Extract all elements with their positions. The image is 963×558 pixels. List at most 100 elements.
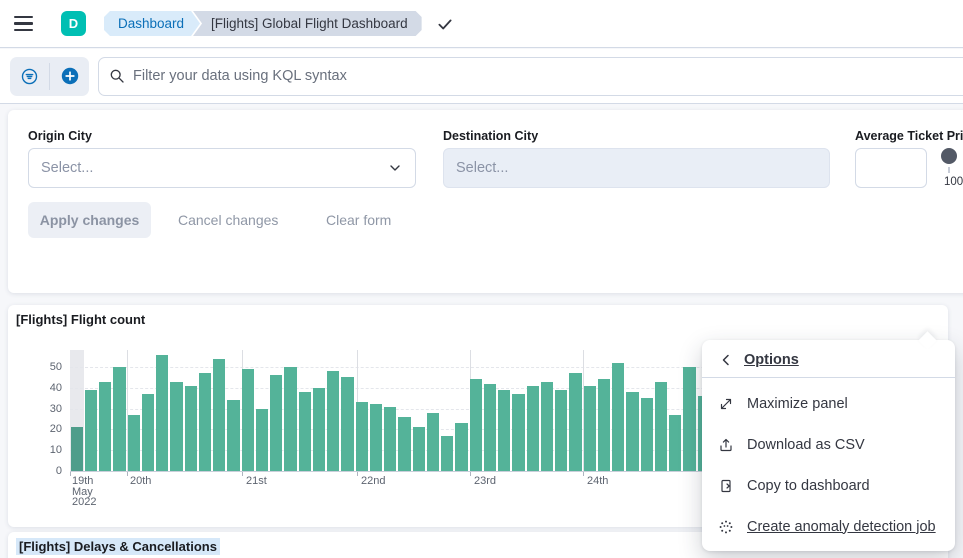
price-slider-thumb[interactable] bbox=[941, 148, 957, 164]
destination-city-label: Destination City bbox=[443, 129, 538, 143]
flight-count-bar[interactable] bbox=[99, 382, 111, 471]
options-back-header[interactable]: Options bbox=[702, 340, 955, 377]
x-axis-label: 23rd bbox=[474, 476, 496, 487]
flight-count-bar[interactable] bbox=[455, 423, 467, 471]
flight-count-bar[interactable] bbox=[555, 390, 567, 471]
flight-count-bar[interactable] bbox=[313, 388, 325, 471]
breadcrumb: Dashboard [Flights] Global Flight Dashbo… bbox=[104, 11, 422, 36]
flight-count-bar[interactable] bbox=[427, 413, 439, 471]
flight-count-bar[interactable] bbox=[156, 355, 168, 471]
flight-count-bar[interactable] bbox=[270, 375, 282, 471]
delays-panel-title[interactable]: [Flights] Delays & Cancellations bbox=[16, 539, 220, 554]
flight-count-bar[interactable] bbox=[370, 404, 382, 471]
menu-item-label: Maximize panel bbox=[747, 396, 848, 412]
x-axis-label: 24th bbox=[587, 476, 608, 487]
menu-item-maximize-panel[interactable]: Maximize panel bbox=[702, 383, 955, 424]
average-ticket-price-label: Average Ticket Price bbox=[855, 129, 963, 143]
y-axis-label: 10 bbox=[34, 444, 62, 456]
clear-form-button[interactable]: Clear form bbox=[326, 202, 391, 238]
options-title: Options bbox=[744, 352, 799, 368]
deployment-badge[interactable]: D bbox=[61, 11, 86, 36]
price-slider-value: 100 bbox=[944, 176, 963, 188]
panel-options-popup: Options Maximize panel Download as CSV Cop… bbox=[702, 340, 955, 551]
flight-count-bar[interactable] bbox=[441, 436, 453, 471]
flight-count-bar[interactable] bbox=[341, 377, 353, 471]
menu-hamburger-button[interactable] bbox=[14, 8, 46, 40]
flight-count-bar[interactable] bbox=[527, 386, 539, 471]
flight-count-bar[interactable] bbox=[641, 398, 653, 471]
chevron-down-icon bbox=[387, 160, 403, 176]
flight-count-bar[interactable] bbox=[569, 373, 581, 471]
filter-button-group bbox=[10, 57, 89, 96]
y-axis-label: 40 bbox=[34, 382, 62, 394]
flight-count-bar[interactable] bbox=[128, 415, 140, 471]
average-ticket-price-input[interactable] bbox=[855, 148, 927, 188]
cancel-changes-button[interactable]: Cancel changes bbox=[178, 202, 278, 238]
flight-count-bar[interactable] bbox=[470, 379, 482, 471]
y-axis-label: 50 bbox=[34, 361, 62, 373]
flight-count-bar[interactable] bbox=[584, 386, 596, 471]
anomaly-detection-icon bbox=[718, 519, 734, 535]
menu-item-label: Download as CSV bbox=[747, 437, 865, 453]
flight-count-bar[interactable] bbox=[541, 382, 553, 471]
origin-city-select[interactable]: Select... bbox=[28, 148, 416, 188]
flight-count-bar[interactable] bbox=[299, 392, 311, 471]
y-axis-label: 0 bbox=[34, 465, 62, 477]
x-axis-label: 19th May 2022 bbox=[72, 476, 96, 508]
flight-count-bar[interactable] bbox=[669, 415, 681, 471]
hamburger-icon bbox=[14, 16, 33, 18]
flight-count-bar[interactable] bbox=[185, 386, 197, 471]
search-icon bbox=[109, 68, 125, 84]
flight-count-bar[interactable] bbox=[284, 367, 296, 471]
kql-search-input[interactable] bbox=[133, 68, 954, 84]
flight-count-bar[interactable] bbox=[598, 379, 610, 471]
flight-count-bar[interactable] bbox=[512, 394, 524, 471]
dashboard-controls-panel: Origin City Select... Destination City S… bbox=[8, 110, 963, 293]
destination-city-placeholder: Select... bbox=[456, 160, 508, 176]
flight-count-bar[interactable] bbox=[142, 394, 154, 471]
flight-count-bar[interactable] bbox=[227, 400, 239, 471]
flight-count-bar[interactable] bbox=[199, 373, 211, 471]
options-menu-list: Maximize panel Download as CSV Copy to das… bbox=[702, 378, 955, 547]
chevron-left-icon bbox=[718, 352, 734, 368]
apply-changes-button[interactable]: Apply changes bbox=[28, 202, 151, 238]
menu-item-create-anomaly-detection-job[interactable]: Create anomaly detection job bbox=[702, 506, 955, 547]
flight-count-bar[interactable] bbox=[71, 427, 83, 471]
saved-check-button[interactable] bbox=[434, 13, 456, 35]
saved-query-menu-button[interactable] bbox=[10, 57, 49, 96]
query-toolbar bbox=[0, 49, 963, 104]
check-icon bbox=[436, 15, 454, 33]
flight-count-bar[interactable] bbox=[213, 359, 225, 471]
flight-count-bar[interactable] bbox=[398, 417, 410, 471]
flight-count-bar[interactable] bbox=[655, 382, 667, 471]
add-filter-button[interactable] bbox=[50, 57, 89, 96]
flight-count-bar[interactable] bbox=[683, 367, 695, 471]
flight-count-bar[interactable] bbox=[484, 384, 496, 471]
price-slider-tick bbox=[948, 167, 950, 173]
flight-count-bar[interactable] bbox=[256, 409, 268, 471]
plus-circle-icon bbox=[61, 67, 79, 85]
flight-count-bar[interactable] bbox=[170, 382, 182, 471]
menu-item-copy-to-dashboard[interactable]: Copy to dashboard bbox=[702, 465, 955, 506]
destination-city-select[interactable]: Select... bbox=[443, 148, 830, 188]
flight-count-bar[interactable] bbox=[626, 392, 638, 471]
flight-count-bar[interactable] bbox=[85, 390, 97, 471]
breadcrumb-current-dashboard[interactable]: [Flights] Global Flight Dashboard bbox=[193, 11, 422, 36]
filter-circle-icon bbox=[21, 68, 38, 85]
flight-count-bar[interactable] bbox=[612, 363, 624, 471]
x-axis-tick bbox=[583, 472, 584, 476]
x-axis-tick bbox=[70, 472, 71, 476]
flight-count-bar[interactable] bbox=[113, 367, 125, 471]
flight-count-bar[interactable] bbox=[384, 407, 396, 471]
menu-item-download-as-csv[interactable]: Download as CSV bbox=[702, 424, 955, 465]
x-axis-tick bbox=[242, 472, 243, 476]
x-axis-tick bbox=[357, 472, 358, 476]
flight-count-bar[interactable] bbox=[498, 390, 510, 471]
flight-count-bar[interactable] bbox=[327, 371, 339, 471]
x-axis-tick bbox=[470, 472, 471, 476]
flight-count-bar[interactable] bbox=[356, 402, 368, 471]
maximize-panel-icon bbox=[718, 396, 734, 412]
breadcrumb-dashboard[interactable]: Dashboard bbox=[104, 11, 200, 36]
flight-count-bar[interactable] bbox=[413, 427, 425, 471]
flight-count-bar[interactable] bbox=[242, 369, 254, 471]
